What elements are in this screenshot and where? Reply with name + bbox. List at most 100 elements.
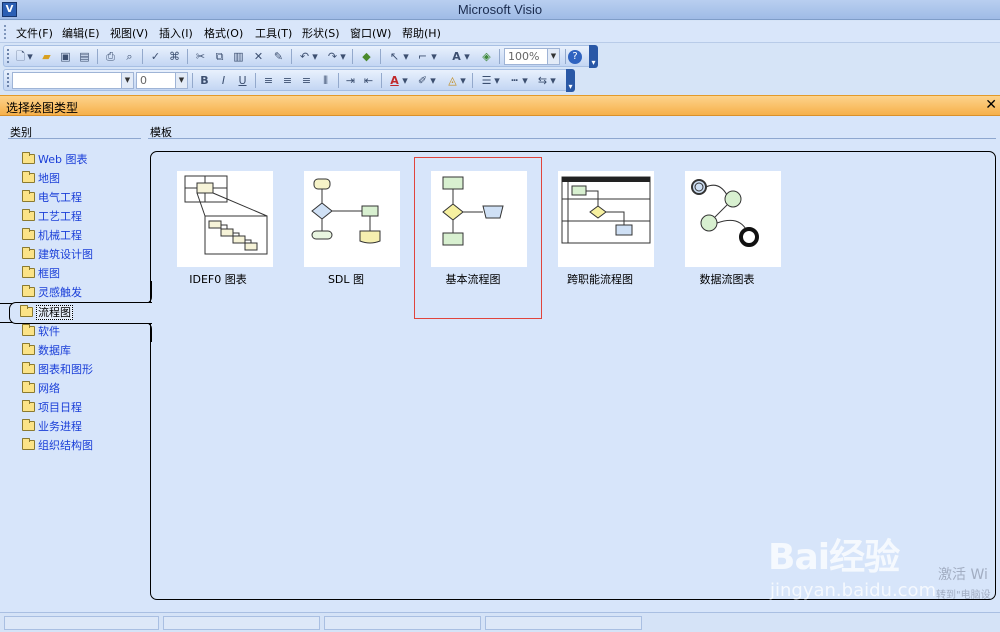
research-icon[interactable]: ⌘ xyxy=(166,48,183,65)
toolbar-separator xyxy=(380,49,381,64)
connector-tool-icon[interactable]: ⌐ xyxy=(414,48,431,65)
folder-icon xyxy=(22,381,35,393)
font-size-dropdown-icon[interactable]: ▼ xyxy=(175,73,187,88)
delete-icon[interactable]: ✕ xyxy=(250,48,267,65)
template-idef0-label[interactable]: IDEF0 图表 xyxy=(153,271,283,287)
spelling-icon[interactable]: ✓ xyxy=(147,48,164,65)
font-size-combo[interactable]: 0 ▼ xyxy=(136,72,188,89)
line-ends-dropdown-icon[interactable]: ▾ xyxy=(549,72,557,89)
format-painter-icon[interactable]: ✎ xyxy=(270,48,287,65)
category-project-schedule[interactable]: 项目日程 xyxy=(22,399,152,416)
folder-icon xyxy=(22,438,35,450)
paste-icon[interactable]: ▥ xyxy=(230,48,247,65)
toolbar-grip[interactable] xyxy=(7,73,10,87)
copy-icon[interactable]: ⧉ xyxy=(211,48,228,65)
folder-icon xyxy=(22,228,35,240)
italic-button[interactable]: I xyxy=(215,72,232,89)
font-name-dropdown-icon[interactable]: ▼ xyxy=(121,73,133,88)
template-cross-functional-label[interactable]: 跨职能流程图 xyxy=(535,271,665,287)
idef0-preview-icon xyxy=(184,175,268,255)
shapes-icon[interactable]: ◆ xyxy=(358,48,375,65)
formatting-toolbar: ▼ 0 ▼ B I U ≡ ≡ ≡ ⦀ ⇥ ⇤ A ▾ ✐ ▾ ◬ ▾ ☰ ▾ … xyxy=(3,69,575,92)
close-icon[interactable]: ✕ xyxy=(985,97,997,113)
zoom-dropdown-icon[interactable]: ▼ xyxy=(547,49,559,64)
folder-icon xyxy=(22,266,35,278)
menu-view[interactable]: 视图(V) xyxy=(106,25,152,41)
category-electrical[interactable]: 电气工程 xyxy=(22,189,152,206)
align-left-icon[interactable]: ≡ xyxy=(260,72,277,89)
menu-shape[interactable]: 形状(S) xyxy=(298,25,344,41)
category-database[interactable]: 数据库 xyxy=(22,342,152,359)
save-icon[interactable]: ▣ xyxy=(57,48,74,65)
template-sdl-label[interactable]: SDL 图 xyxy=(281,271,411,287)
category-flowchart[interactable]: 流程图 xyxy=(20,304,150,321)
status-cell xyxy=(4,616,159,630)
line-pattern-dropdown-icon[interactable]: ▾ xyxy=(521,72,529,89)
template-data-flow-label[interactable]: 数据流图表 xyxy=(662,271,792,287)
folder-icon xyxy=(22,343,35,355)
font-color-dropdown-icon[interactable]: ▾ xyxy=(401,72,409,89)
pointer-dropdown-icon[interactable]: ▾ xyxy=(402,48,410,65)
bold-button[interactable]: B xyxy=(196,72,213,89)
zoom-combo[interactable]: 100% ▼ xyxy=(504,48,560,65)
category-web[interactable]: Web 图表 xyxy=(22,151,152,168)
category-software[interactable]: 软件 xyxy=(22,323,152,340)
menu-file[interactable]: 文件(F) xyxy=(12,25,57,41)
new-dropdown-icon[interactable]: ▾ xyxy=(26,48,34,65)
category-process-engineering[interactable]: 工艺工程 xyxy=(22,208,152,225)
pointer-tool-icon[interactable]: ↖ xyxy=(386,48,403,65)
toolbar-options-icon[interactable]: ▾ xyxy=(589,45,598,68)
font-size-value: 0 xyxy=(140,74,147,87)
category-charts-graphs[interactable]: 图表和图形 xyxy=(22,361,152,378)
line-weight-dropdown-icon[interactable]: ▾ xyxy=(493,72,501,89)
category-org-chart[interactable]: 组织结构图 xyxy=(22,437,152,454)
open-folder-icon xyxy=(20,305,33,317)
template-cross-functional-thumbnail[interactable] xyxy=(558,171,654,267)
line-color-dropdown-icon[interactable]: ▾ xyxy=(429,72,437,89)
open-icon[interactable]: ▰ xyxy=(38,48,55,65)
stamp-tool-icon[interactable]: ◈ xyxy=(478,48,495,65)
template-basic-flowchart-thumbnail[interactable] xyxy=(431,171,527,267)
print-preview-icon[interactable]: ⌕ xyxy=(121,48,138,65)
menu-insert[interactable]: 插入(I) xyxy=(155,25,197,41)
font-name-combo[interactable]: ▼ xyxy=(12,72,134,89)
underline-button[interactable]: U xyxy=(234,72,251,89)
toolbar-options-icon[interactable]: ▾ xyxy=(566,69,575,92)
category-building-plan[interactable]: 建筑设计图 xyxy=(22,246,152,263)
connector-dropdown-icon[interactable]: ▾ xyxy=(430,48,438,65)
toolbar-separator xyxy=(338,73,339,88)
template-basic-flowchart-label[interactable]: 基本流程图 xyxy=(408,271,538,287)
menubar-grip[interactable] xyxy=(4,25,7,39)
permission-icon[interactable]: ▤ xyxy=(76,48,93,65)
category-brainstorming[interactable]: 灵感触发 xyxy=(22,284,152,301)
align-center-icon[interactable]: ≡ xyxy=(279,72,296,89)
increase-indent-icon[interactable]: ⇥ xyxy=(342,72,359,89)
template-idef0-thumbnail[interactable] xyxy=(177,171,273,267)
category-block-diagram[interactable]: 框图 xyxy=(22,265,152,282)
redo-dropdown-icon[interactable]: ▾ xyxy=(339,48,347,65)
align-right-icon[interactable]: ≡ xyxy=(298,72,315,89)
fill-color-dropdown-icon[interactable]: ▾ xyxy=(459,72,467,89)
menu-help[interactable]: 帮助(H) xyxy=(398,25,445,41)
print-icon[interactable]: ⎙ xyxy=(102,48,119,65)
template-data-flow-thumbnail[interactable] xyxy=(685,171,781,267)
toolbar-separator xyxy=(192,73,193,88)
template-sdl-thumbnail[interactable] xyxy=(304,171,400,267)
decrease-indent-icon[interactable]: ⇤ xyxy=(360,72,377,89)
category-map[interactable]: 地图 xyxy=(22,170,152,187)
help-icon[interactable]: ? xyxy=(568,50,582,64)
menu-edit[interactable]: 编辑(E) xyxy=(58,25,104,41)
menu-window[interactable]: 窗口(W) xyxy=(346,25,395,41)
text-tool-dropdown-icon[interactable]: ▾ xyxy=(463,48,471,65)
justify-icon[interactable]: ⦀ xyxy=(317,72,334,89)
folder-icon xyxy=(22,419,35,431)
category-business-process[interactable]: 业务进程 xyxy=(22,418,152,435)
menu-tools[interactable]: 工具(T) xyxy=(251,25,296,41)
category-network[interactable]: 网络 xyxy=(22,380,152,397)
undo-dropdown-icon[interactable]: ▾ xyxy=(311,48,319,65)
menu-bar: 文件(F) 编辑(E) 视图(V) 插入(I) 格式(O) 工具(T) 形状(S… xyxy=(0,21,1000,43)
cut-icon[interactable]: ✂ xyxy=(192,48,209,65)
category-mechanical[interactable]: 机械工程 xyxy=(22,227,152,244)
toolbar-grip[interactable] xyxy=(7,49,10,63)
menu-format[interactable]: 格式(O) xyxy=(200,25,247,41)
